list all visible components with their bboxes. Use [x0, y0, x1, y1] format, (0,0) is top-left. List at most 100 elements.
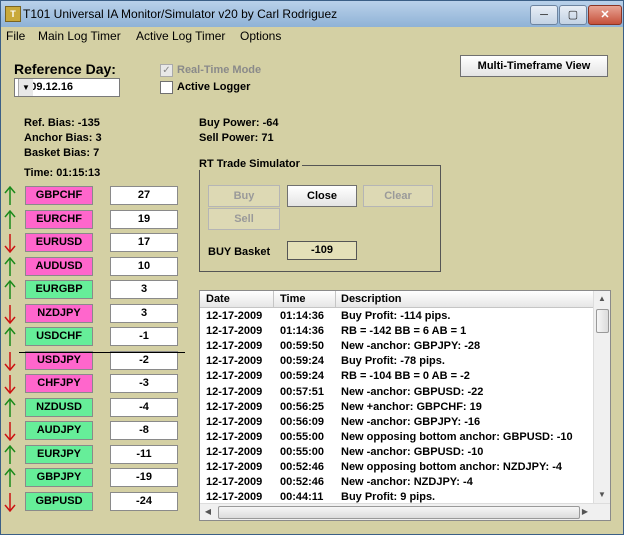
log-date: 12-17-2009: [206, 400, 263, 413]
arrow-down-icon: [4, 233, 16, 254]
vertical-scrollbar[interactable]: ▲ ▼: [593, 291, 610, 503]
chevron-down-icon[interactable]: ▼: [18, 79, 33, 96]
log-date: 12-17-2009: [206, 325, 263, 338]
log-row[interactable]: 12-17-2009 00:57:51 New -anchor: GBPUSD: -…: [200, 385, 593, 400]
pair-name: EURGBP: [25, 280, 93, 299]
log-description: New +anchor: GBPCHF: 19: [341, 400, 482, 413]
pair-row: AUDJPY -8: [1, 419, 186, 443]
pair-strength-value: 19: [110, 209, 178, 229]
log-row[interactable]: 12-17-2009 00:55:00 New -anchor: GBPUSD: -…: [200, 445, 593, 460]
active-logger-label: Active Logger: [177, 81, 251, 93]
menu-file[interactable]: File: [6, 29, 25, 43]
log-row[interactable]: 12-17-2009 01:14:36 Buy Profit: -114 pips.: [200, 309, 593, 324]
close-trade-button[interactable]: Close: [287, 185, 357, 207]
log-description: New -anchor: GBPJPY: -28: [341, 340, 481, 353]
pair-strength-value: 17: [110, 233, 178, 252]
log-row[interactable]: 12-17-2009 00:59:24 Buy Profit: -78 pips.: [200, 354, 593, 369]
log-row[interactable]: 12-17-2009 00:56:09 New -anchor: GBPJPY: -…: [200, 415, 593, 430]
pair-name: GBPCHF: [25, 186, 93, 205]
arrow-up-icon: [4, 326, 16, 347]
multi-timeframe-view-button[interactable]: Multi-Timeframe View: [460, 55, 608, 77]
strength-divider: [19, 352, 185, 353]
scroll-thumb-horizontal[interactable]: [218, 506, 580, 519]
column-separator: [335, 291, 336, 307]
pair-name: EURUSD: [25, 233, 93, 252]
column-time[interactable]: Time: [280, 293, 305, 305]
scroll-down-icon[interactable]: ▼: [594, 487, 610, 503]
log-time: 00:56:09: [280, 415, 325, 428]
column-description[interactable]: Description: [341, 293, 402, 305]
basket-bias: Basket Bias: 7: [24, 147, 100, 159]
log-description: New -anchor: GBPUSD: -10: [341, 445, 484, 458]
log-date: 12-17-2009: [206, 310, 263, 322]
scroll-left-icon[interactable]: ◀: [200, 504, 216, 520]
buy-power: Buy Power: -64: [199, 117, 279, 129]
maximize-button[interactable]: ▢: [559, 5, 587, 25]
arrow-down-icon: [4, 492, 16, 512]
reference-day-select[interactable]: 2009.12.16 ▼: [14, 78, 120, 97]
column-date[interactable]: Date: [206, 293, 230, 305]
arrow-up-icon: [4, 397, 16, 418]
pair-row: EURCHF 19: [1, 208, 186, 232]
menu-options[interactable]: Options: [240, 29, 281, 43]
pair-strength-value: -3: [110, 374, 178, 393]
realtime-mode-label: Real-Time Mode: [177, 64, 262, 76]
log-date: 12-17-2009: [206, 430, 263, 443]
log-description: New -anchor: GBPUSD: -22: [341, 385, 484, 398]
log-row[interactable]: 12-17-2009 01:14:36 RB = -142 BB = 6 AB = …: [200, 324, 593, 339]
menu-main-log-timer[interactable]: Main Log Timer: [38, 29, 121, 43]
column-separator: [273, 291, 274, 307]
app-icon: T: [5, 6, 21, 22]
close-button[interactable]: ✕: [588, 5, 622, 25]
sell-button[interactable]: Sell: [208, 208, 280, 230]
scroll-right-icon[interactable]: ▶: [577, 504, 593, 520]
log-time: 00:59:50: [280, 340, 325, 353]
minimize-button[interactable]: ─: [530, 5, 558, 25]
current-time: Time: 01:15:13: [24, 167, 101, 179]
pair-name: CHFJPY: [25, 374, 93, 393]
basket-direction-label: BUY Basket: [208, 246, 271, 258]
log-date: 12-17-2009: [206, 370, 263, 383]
pair-row: EURJPY -11: [1, 443, 186, 467]
log-description: New opposing bottom anchor: GBPUSD: -10: [341, 430, 573, 443]
log-time: 00:44:11: [280, 491, 324, 504]
log-row[interactable]: 12-17-2009 00:55:00 New opposing bottom an…: [200, 430, 593, 445]
log-date: 12-17-2009: [206, 415, 263, 428]
pair-strength-value: -11: [110, 444, 178, 464]
log-description: New -anchor: GBPJPY: -16: [341, 415, 481, 428]
log-date: 12-17-2009: [206, 355, 263, 368]
horizontal-scrollbar[interactable]: ◀ ▶: [200, 503, 610, 520]
log-row[interactable]: 12-17-2009 00:56:25 New +anchor: GBPCHF: 1…: [200, 400, 593, 415]
title-bar[interactable]: T T101 Universal IA Monitor/Simulator v2…: [1, 1, 623, 27]
reference-day-label: Reference Day:: [14, 61, 116, 77]
pair-row: AUDUSD 10: [1, 255, 186, 279]
arrow-up-icon: [4, 209, 16, 230]
menu-active-log-timer[interactable]: Active Log Timer: [136, 29, 225, 43]
pair-row: CHFJPY -3: [1, 372, 186, 396]
log-description: New -anchor: NZDJPY: -4: [341, 476, 473, 489]
log-time: 01:14:36: [280, 325, 325, 338]
pair-strength-value: 10: [110, 256, 178, 276]
buy-button[interactable]: Buy: [208, 185, 280, 207]
arrow-up-icon: [4, 185, 16, 206]
pair-name: NZDUSD: [25, 397, 93, 417]
log-time: 00:56:25: [280, 400, 325, 413]
active-logger-checkbox[interactable]: [160, 81, 173, 94]
pair-strength-value: 3: [110, 280, 178, 299]
log-row[interactable]: 12-17-2009 00:59:50 New -anchor: GBPJPY: -…: [200, 339, 593, 354]
pair-name: NZDJPY: [25, 303, 93, 323]
log-description: RB = -142 BB = 6 AB = 1: [341, 325, 467, 338]
pair-row: EURGBP 3: [1, 278, 186, 302]
pair-strength-value: 3: [110, 303, 178, 323]
arrow-down-icon: [4, 351, 16, 371]
scroll-thumb-vertical[interactable]: [596, 309, 609, 333]
event-log-table[interactable]: Date Time Description 12-17-2009 01:14:36…: [199, 290, 611, 521]
log-description: Buy Profit: 9 pips.: [341, 491, 436, 504]
scroll-up-icon[interactable]: ▲: [594, 291, 610, 307]
log-row[interactable]: 12-17-2009 00:52:46 New -anchor: NZDJPY: -…: [200, 475, 593, 490]
log-time: 00:52:46: [280, 461, 325, 473]
realtime-mode-checkbox[interactable]: ✓: [160, 64, 173, 77]
log-row[interactable]: 12-17-2009 00:52:46 New opposing bottom an…: [200, 460, 593, 475]
log-row[interactable]: 12-17-2009 00:59:24 RB = -104 BB = 0 AB = …: [200, 369, 593, 384]
clear-button[interactable]: Clear: [363, 185, 433, 207]
